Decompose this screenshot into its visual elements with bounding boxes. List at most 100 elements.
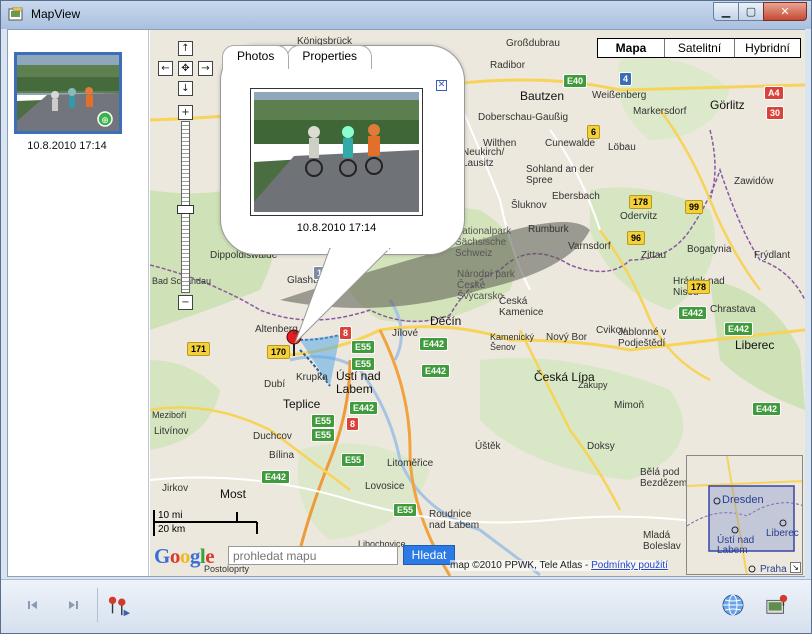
photo-location-button[interactable] — [765, 593, 789, 617]
photo-caption: 10.8.2010 17:14 — [27, 140, 107, 152]
svg-text:⊕: ⊕ — [101, 116, 109, 126]
map-search-input[interactable] — [228, 546, 398, 565]
pan-control: ↑ ← ✥ → ↓ — [156, 38, 216, 98]
pan-center-button[interactable]: ✥ — [178, 61, 193, 76]
map-label: Varnsdorf — [568, 241, 611, 252]
route-points-button[interactable] — [107, 593, 131, 617]
map-search-button[interactable]: Hledat — [403, 545, 455, 565]
overview-map-image — [687, 456, 802, 574]
map-label: Národní park České Švýcarsko — [457, 269, 515, 302]
close-icon: ✕ — [437, 80, 446, 90]
map-label: Krupka — [296, 372, 328, 383]
overview-toggle-button[interactable]: ↘ — [790, 562, 801, 573]
maximize-button[interactable]: ▢ — [738, 2, 764, 21]
road-shield: A4 — [764, 86, 784, 100]
map-type-mapa[interactable]: Mapa — [598, 39, 664, 57]
route-pins-icon — [108, 596, 131, 617]
map-view[interactable]: Königsbrück Großdubrau Radibor Bautzen W… — [150, 30, 805, 576]
arrow-left-icon: ← — [161, 63, 170, 74]
map-label: Bogatynia — [687, 244, 732, 255]
minimize-icon: ▁ — [721, 5, 731, 18]
terms-link[interactable]: Podmínky použití — [591, 560, 668, 571]
map-label: Markersdorf — [633, 106, 687, 117]
map-label: Most — [220, 487, 247, 501]
photo-list[interactable]: ⊕ 10.8.2010 17:14 — [8, 30, 149, 576]
map-label: Zawidów — [734, 176, 774, 187]
tab-properties[interactable]: Properties — [287, 45, 373, 69]
road-shield: E442 — [349, 401, 379, 415]
photo-pin-icon — [766, 594, 788, 614]
minimize-button[interactable]: ▁ — [713, 2, 739, 21]
map-label: Neukirch/ Lausitz — [462, 147, 505, 169]
app-icon — [8, 7, 23, 21]
road-shield: 99 — [685, 200, 704, 214]
skip-first-icon — [28, 601, 37, 609]
road-shield: 178 — [629, 195, 653, 209]
map-type-hybrid[interactable]: Hybridní — [734, 39, 800, 57]
zoom-in-button[interactable]: + — [178, 105, 193, 120]
copyright-text: map ©2010 PPWK, Tele Atlas - — [450, 560, 592, 571]
pan-right-button[interactable]: → — [198, 61, 213, 76]
map-label: Jirkov — [162, 483, 189, 494]
map-label: Chrastava — [710, 304, 756, 315]
zoom-control: + − — [177, 105, 194, 311]
map-label: Litoměřice — [387, 458, 434, 469]
client-area: ⊕ 10.8.2010 17:14 Königsbrück Großdubrau… — [7, 29, 805, 577]
globe-icon — [722, 594, 744, 616]
map-label: Doberschau-Gaußig — [478, 112, 569, 123]
map-label: Odervitz — [620, 211, 658, 222]
road-shield: E55 — [311, 428, 336, 442]
tab-photos[interactable]: Photos — [222, 45, 290, 69]
title-bar[interactable]: MapView ▁ ▢ ✕ — [1, 1, 811, 29]
map-type-satellite[interactable]: Satelitní — [664, 39, 734, 57]
pan-up-button[interactable]: ↑ — [178, 41, 193, 56]
map-label: Nationalpark Sächsische Schweiz — [455, 226, 512, 259]
map-label: Jablonné v Podještědí — [618, 327, 667, 349]
map-label: Frýdlant — [754, 250, 791, 261]
center-icon: ✥ — [181, 63, 190, 74]
info-window-tabs: Photos Properties — [222, 45, 373, 69]
road-shield: 30 — [766, 106, 785, 120]
road-shield: E442 — [419, 337, 449, 351]
arrow-right-icon: → — [201, 63, 210, 74]
map-label: Zittau — [641, 250, 667, 261]
overview-label: Ústí nad Labem — [717, 535, 755, 556]
first-photo-button[interactable] — [21, 593, 45, 617]
map-label: Weißenberg — [592, 90, 647, 101]
road-shield: E442 — [261, 470, 291, 484]
map-type-switcher[interactable]: Mapa Satelitní Hybridní — [597, 38, 801, 58]
pan-down-button[interactable]: ↓ — [178, 81, 193, 96]
map-label: Löbau — [608, 142, 636, 153]
map-label: Zákupy — [578, 380, 608, 390]
google-logo[interactable]: Google — [154, 544, 215, 569]
map-label: Cvikov — [596, 325, 627, 336]
map-label: Dubí — [264, 379, 286, 390]
photo-thumbnail[interactable]: ⊕ — [14, 52, 122, 134]
road-shield: E55 — [311, 414, 336, 428]
map-label: Teplice — [283, 397, 321, 411]
map-label: Doksy — [587, 441, 615, 452]
road-shield: 4 — [619, 72, 633, 86]
mapview-window: MapView ▁ ▢ ✕ ⊕ 10.8.2010 17:14 Königsbr… — [0, 0, 812, 634]
map-label: Görlitz — [710, 98, 745, 112]
zoom-slider-handle[interactable] — [177, 205, 194, 214]
close-button[interactable]: ✕ — [763, 2, 807, 21]
road-shield: E442 — [678, 306, 708, 320]
road-shield: 178 — [687, 280, 711, 294]
next-photo-button[interactable] — [61, 593, 85, 617]
arrow-down-icon: ↓ — [181, 83, 190, 94]
map-label: Šluknov — [511, 200, 547, 211]
info-window-photo[interactable] — [250, 88, 423, 216]
collapse-icon: ↘ — [792, 563, 799, 572]
map-scale: 10 mi 20 km — [153, 508, 263, 538]
map-label: Großdubrau — [506, 38, 560, 49]
scale-miles: 10 mi — [158, 510, 183, 521]
globe-button[interactable] — [721, 593, 745, 617]
plus-icon: + — [181, 107, 190, 118]
map-label: Sohland an der Spree — [526, 164, 594, 186]
zoom-out-button[interactable]: − — [178, 295, 193, 310]
road-shield: 6 — [587, 125, 601, 139]
overview-map[interactable]: Dresden Liberec Ústí nad Labem Praha ↘ — [686, 455, 803, 575]
info-window-close-button[interactable]: ✕ — [436, 80, 447, 91]
pan-left-button[interactable]: ← — [158, 61, 173, 76]
